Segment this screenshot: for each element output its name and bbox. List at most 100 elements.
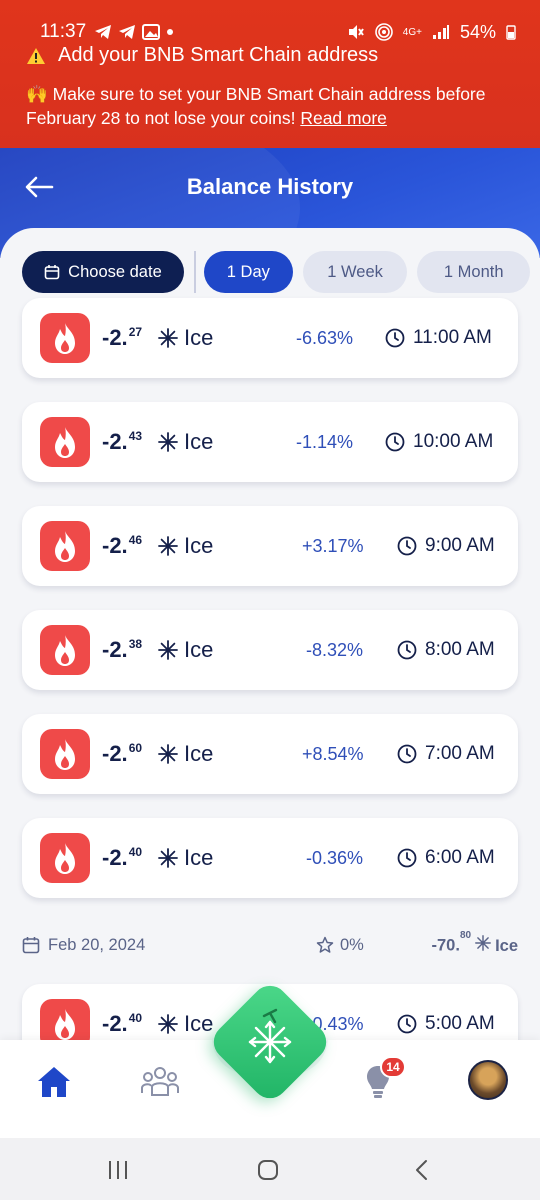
clock-icon [397,848,417,868]
clock-icon [385,432,405,452]
page-title: Balance History [186,174,354,199]
nav-team[interactable] [140,1062,180,1102]
dot-icon [167,29,174,35]
history-row: -2. 60 Ice +8.54% 7:00 AM [22,714,518,794]
team-icon [141,1067,179,1096]
nav-home[interactable] [34,1062,74,1102]
gallery-icon [142,24,161,40]
banner-message-text: 🙌 Make sure to set your BNB Smart Chain … [26,84,486,128]
ice-snowflake-icon [475,934,491,951]
day-total: -70.80 Ice [431,930,519,956]
history-row: -2. 38 Ice -8.32% 8:00 AM [22,610,518,690]
entry-time: 6:00 AM [425,847,495,868]
calendar-icon [22,937,40,954]
day-total-whole: -70. [431,936,460,955]
amount-fraction: 38 [128,637,143,651]
signal-icon [432,25,449,39]
status-right: 4G+ 54% [347,22,516,43]
banner-title-text: Add your BNB Smart Chain address [58,44,379,66]
unit-label: Ice [184,325,214,350]
unit-label: Ice [184,533,214,558]
change-percent: -1.14% [296,431,354,452]
amount-whole: -2. [102,741,128,766]
clock-icon [397,536,417,556]
entry-time: 7:00 AM [425,743,495,764]
amount-fraction: 60 [128,741,143,755]
ice-snowflake-icon [158,1014,178,1034]
day-date: Feb 20, 2024 [48,935,146,954]
mute-icon [348,25,364,39]
home-icon [38,1067,70,1097]
amount-whole: -2. [102,1011,128,1036]
unit-label: Ice [184,1011,214,1036]
amount: -2. 27 [102,325,152,351]
unit-label: Ice [184,741,214,766]
status-notification-icons [94,24,174,40]
amount-fraction: 27 [128,325,143,339]
change-percent: +3.17% [302,535,364,556]
status-time: 11:37 [40,21,87,42]
amount-whole: -2. [102,325,128,350]
amount: -2. 60 [102,741,152,767]
amount-fraction: 43 [128,429,143,443]
ice-snowflake-icon [158,536,178,556]
amount-whole: -2. [102,533,128,558]
history-row: -2. 43 Ice -1.14% 10:00 AM [22,402,518,482]
entry-time: 11:00 AM [413,327,492,348]
battery-icon [506,25,516,40]
ice-snowflake-icon [158,328,178,348]
banner-message: 🙌 Make sure to set your BNB Smart Chain … [26,82,520,130]
amount: -2. 43 [102,429,152,455]
tab-1-month[interactable]: 1 Month [417,251,530,293]
unit-label: Ice [184,637,214,662]
entry-time: 8:00 AM [425,639,495,660]
amount-fraction: 40 [128,845,143,859]
clock-icon [397,640,417,660]
day-percent: 0% [316,936,364,955]
change-percent: -8.32% [306,639,364,660]
amount: -2. 40 [102,1011,152,1037]
read-more-link[interactable]: Read more [300,108,387,128]
fire-icon [40,625,90,675]
clock-icon [385,328,405,348]
day-total-unit: Ice [495,936,518,955]
amount-whole: -2. [102,429,128,454]
amount-fraction: 46 [128,533,143,547]
amount: -2. 40 [102,845,152,871]
address-banner: 11:37 4G+ 54% Add your BNB Smart Chain a… [0,0,540,148]
day-total-fraction: 80 [459,930,472,941]
clock-icon [397,1014,417,1034]
amount-whole: -2. [102,845,128,870]
history-row: -2. 40 Ice -0.36% 6:00 AM [22,818,518,898]
unit-label: Ice [184,845,214,870]
notifications-badge: 14 [380,1056,406,1078]
back-button-icon[interactable] [410,1158,434,1182]
battery-level: 54% [459,21,496,42]
amount-fraction: 40 [128,1011,143,1025]
system-navigation-bar [0,1138,540,1200]
fire-icon [40,313,90,363]
ice-snowflake-icon [158,640,178,660]
telegram-icon [119,25,136,39]
clock-icon [397,744,417,764]
balance-history-panel: Choose date 1 Day 1 Week 1 Month -2. 27 I… [0,228,540,1040]
avatar[interactable] [468,1060,508,1100]
ice-snowflake-icon [158,744,178,764]
ice-snowflake-icon [158,432,178,452]
history-row: -2. 46 Ice +3.17% 9:00 AM [22,506,518,586]
unit-label: Ice [184,429,214,454]
tab-1-week[interactable]: 1 Week [302,251,408,293]
ice-snowflake-icon [158,848,178,868]
banner-title: Add your BNB Smart Chain address [26,44,520,67]
change-percent: -0.36% [306,847,364,868]
change-percent: -6.63% [296,327,354,348]
hotspot-icon [374,23,393,41]
network-label: 4G+ [402,26,422,38]
star-icon [316,936,334,953]
choose-date-button[interactable]: Choose date [22,251,184,293]
recent-apps-icon[interactable] [106,1158,130,1182]
filter-divider [193,251,196,293]
home-button-icon[interactable] [256,1158,280,1182]
fire-icon [40,729,90,779]
tab-1-day[interactable]: 1 Day [203,251,293,293]
